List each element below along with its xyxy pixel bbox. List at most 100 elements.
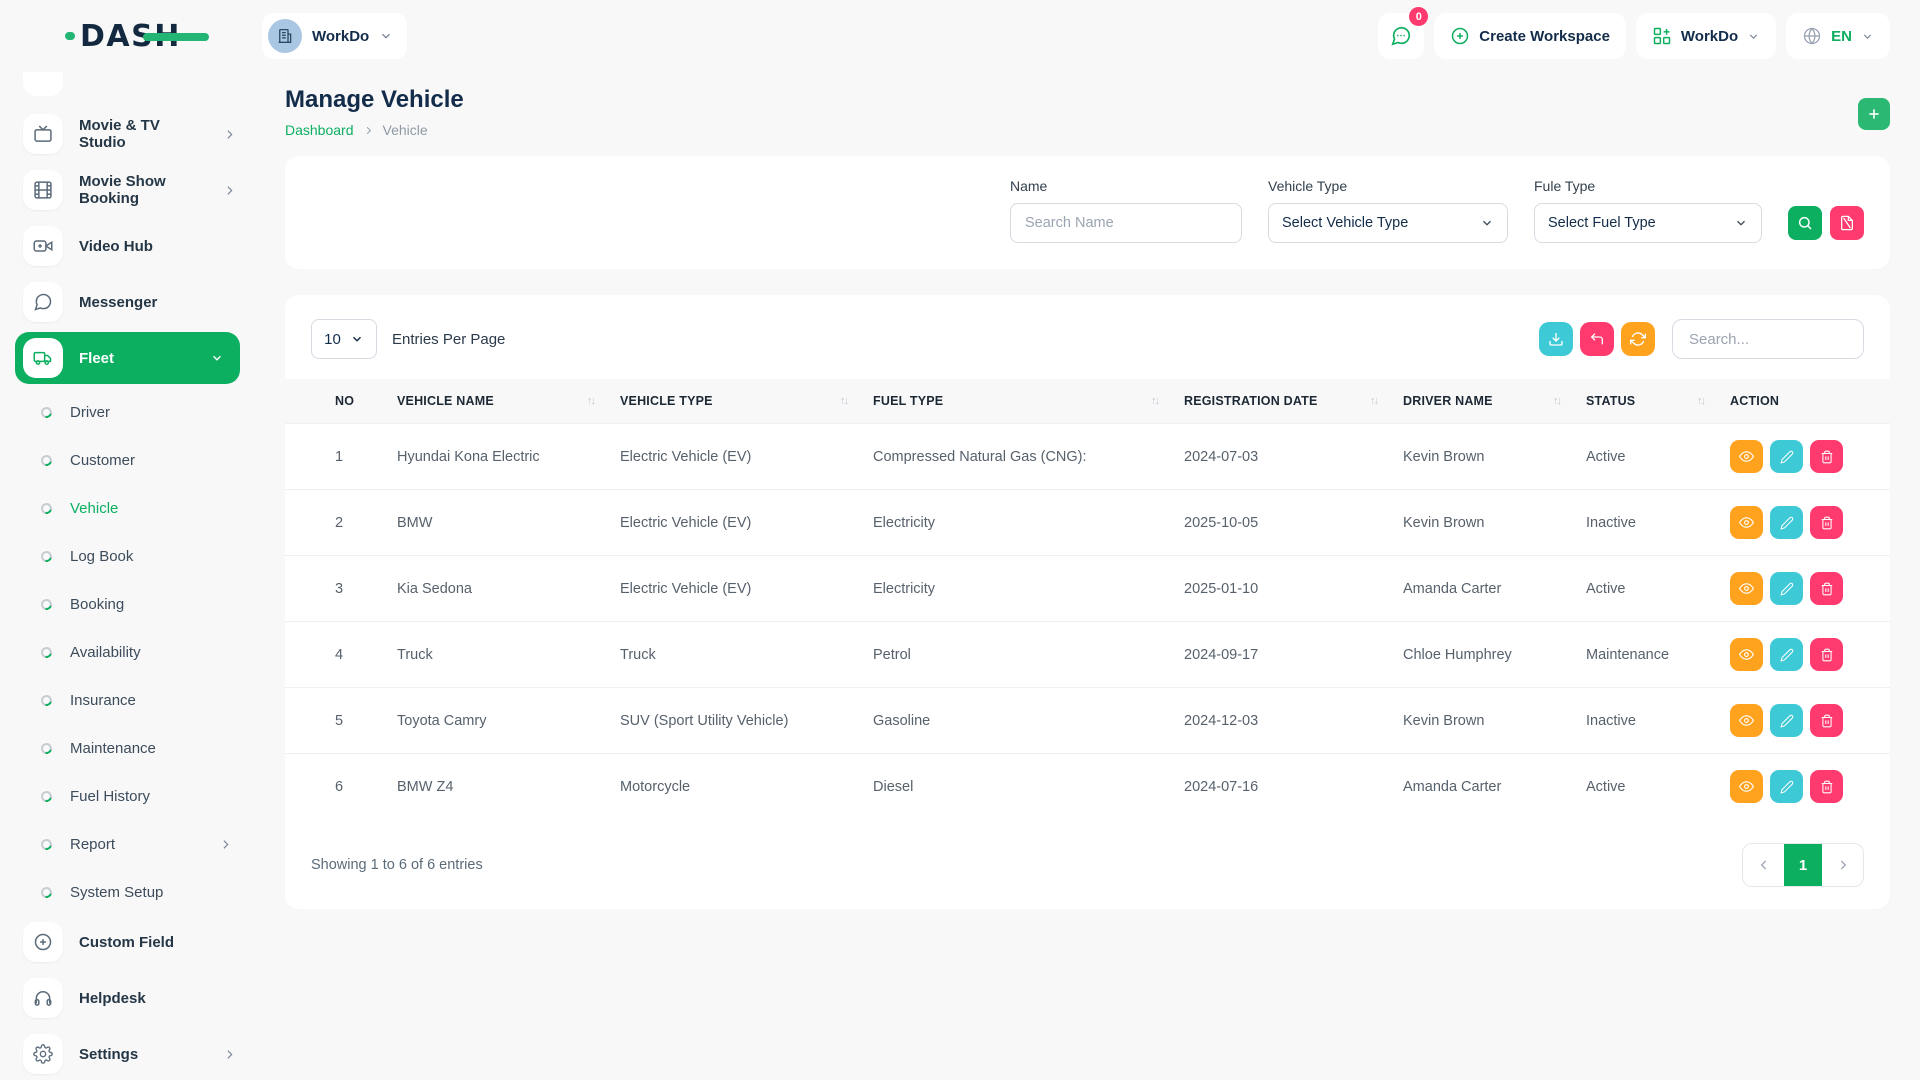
view-button[interactable] xyxy=(1730,638,1763,671)
pagination-prev-button[interactable] xyxy=(1743,844,1784,886)
table-row: 4 Truck Truck Petrol 2024-09-17 Chloe Hu… xyxy=(285,622,1890,688)
apply-filter-button[interactable] xyxy=(1788,206,1822,240)
column-header-vehicle-name[interactable]: VEHICLE NAME↑↓ xyxy=(397,379,620,424)
sort-icon: ↑↓ xyxy=(1697,395,1704,407)
plus-icon xyxy=(1866,106,1882,122)
vehicle-type-select-value: Select Vehicle Type xyxy=(1282,215,1408,231)
grid-plus-icon xyxy=(1652,26,1672,46)
delete-button[interactable] xyxy=(1810,506,1843,539)
refresh-button[interactable] xyxy=(1621,322,1655,356)
fuel-type-select[interactable]: Select Fuel Type xyxy=(1534,203,1762,243)
sidebar-item-label: Report xyxy=(70,836,115,853)
workspace-switcher[interactable]: WorkDo xyxy=(262,13,407,59)
vehicle-type-filter-label: Vehicle Type xyxy=(1268,178,1508,194)
delete-button[interactable] xyxy=(1810,440,1843,473)
reset-filter-button[interactable] xyxy=(1830,206,1864,240)
sidebar-subitem-system-setup[interactable]: System Setup xyxy=(15,868,262,916)
sidebar-subitem-report[interactable]: Report xyxy=(15,820,262,868)
vehicle-van-icon xyxy=(23,338,63,378)
pencil-icon xyxy=(1780,450,1794,464)
column-header-status[interactable]: STATUS↑↓ xyxy=(1586,379,1730,424)
entries-per-page-select[interactable]: 10 xyxy=(311,319,377,359)
edit-button[interactable] xyxy=(1770,638,1803,671)
top-header: DASH WorkDo 0 Create Workspace xyxy=(0,0,1920,72)
sidebar-item-fleet[interactable]: Fleet xyxy=(15,332,240,384)
view-button[interactable] xyxy=(1730,770,1763,803)
plus-circle-icon xyxy=(1450,26,1470,46)
vehicle-type-select[interactable]: Select Vehicle Type xyxy=(1268,203,1508,243)
bullet-icon xyxy=(39,788,54,803)
cell-status: Active xyxy=(1586,556,1730,622)
delete-button[interactable] xyxy=(1810,572,1843,605)
column-header-vehicle-type[interactable]: VEHICLE TYPE↑↓ xyxy=(620,379,873,424)
view-button[interactable] xyxy=(1730,572,1763,605)
scrolled-item-partial xyxy=(23,72,63,96)
create-workspace-button[interactable]: Create Workspace xyxy=(1434,13,1626,59)
edit-button[interactable] xyxy=(1770,440,1803,473)
sidebar-subitem-booking[interactable]: Booking xyxy=(15,580,262,628)
trash-icon xyxy=(1820,714,1834,728)
messages-button[interactable]: 0 xyxy=(1378,13,1424,59)
export-button[interactable] xyxy=(1539,322,1573,356)
sidebar-subitem-availability[interactable]: Availability xyxy=(15,628,262,676)
delete-button[interactable] xyxy=(1810,770,1843,803)
add-vehicle-button[interactable] xyxy=(1858,98,1890,130)
breadcrumb-dashboard-link[interactable]: Dashboard xyxy=(285,122,354,138)
sidebar-subitem-maintenance[interactable]: Maintenance xyxy=(15,724,262,772)
cell-no: 5 xyxy=(285,688,397,754)
cell-vehicle-name: Toyota Camry xyxy=(397,688,620,754)
sidebar-subitem-insurance[interactable]: Insurance xyxy=(15,676,262,724)
dash-logo[interactable]: DASH xyxy=(80,19,181,54)
search-icon xyxy=(1797,215,1813,231)
view-button[interactable] xyxy=(1730,440,1763,473)
trash-icon xyxy=(1820,516,1834,530)
name-search-input[interactable] xyxy=(1010,203,1242,243)
column-header-fuel-type[interactable]: FUEL TYPE↑↓ xyxy=(873,379,1184,424)
pagination-next-button[interactable] xyxy=(1822,844,1863,886)
app-switcher-button[interactable]: WorkDo xyxy=(1636,13,1776,59)
cell-driver-name: Amanda Carter xyxy=(1403,754,1586,820)
sidebar-item-custom-field[interactable]: Custom Field xyxy=(15,916,262,968)
cell-no: 6 xyxy=(285,754,397,820)
chevron-right-icon xyxy=(1836,858,1850,872)
delete-button[interactable] xyxy=(1810,638,1843,671)
edit-button[interactable] xyxy=(1770,506,1803,539)
entries-per-page-label: Entries Per Page xyxy=(392,331,505,348)
table-search-input[interactable] xyxy=(1672,319,1864,359)
undo-button[interactable] xyxy=(1580,322,1614,356)
pagination-page-1[interactable]: 1 xyxy=(1784,844,1822,886)
sidebar-subitem-log-book[interactable]: Log Book xyxy=(15,532,262,580)
table-row: 6 BMW Z4 Motorcycle Diesel 2024-07-16 Am… xyxy=(285,754,1890,820)
sidebar-item-label: Movie & TV Studio xyxy=(79,117,207,151)
edit-button[interactable] xyxy=(1770,770,1803,803)
film-icon xyxy=(23,170,63,210)
view-button[interactable] xyxy=(1730,704,1763,737)
eye-icon xyxy=(1739,581,1754,596)
sidebar-item-movie-tv-studio[interactable]: Movie & TV Studio xyxy=(15,108,262,160)
delete-button[interactable] xyxy=(1810,704,1843,737)
column-header-driver-name[interactable]: DRIVER NAME↑↓ xyxy=(1403,379,1586,424)
sidebar-item-label: Booking xyxy=(70,596,124,613)
sidebar-item-messenger[interactable]: Messenger xyxy=(15,276,262,328)
sidebar-item-helpdesk[interactable]: Helpdesk xyxy=(15,972,262,1024)
filter-card: Name Vehicle Type Select Vehicle Type Fu… xyxy=(285,156,1890,269)
cell-registration-date: 2024-12-03 xyxy=(1184,688,1403,754)
sidebar-subitem-vehicle[interactable]: Vehicle xyxy=(15,484,262,532)
table-header-row: NO VEHICLE NAME↑↓ VEHICLE TYPE↑↓ FUEL TY… xyxy=(285,379,1890,424)
bullet-icon xyxy=(39,836,54,851)
sidebar-item-movie-show-booking[interactable]: Movie Show Booking xyxy=(15,164,262,216)
sidebar-subitem-customer[interactable]: Customer xyxy=(15,436,262,484)
sidebar-subitem-fuel-history[interactable]: Fuel History xyxy=(15,772,262,820)
column-header-registration-date[interactable]: REGISTRATION DATE↑↓ xyxy=(1184,379,1403,424)
sidebar-item-video-hub[interactable]: Video Hub xyxy=(15,220,262,272)
edit-button[interactable] xyxy=(1770,572,1803,605)
sidebar-subitem-driver[interactable]: Driver xyxy=(15,388,262,436)
language-selector[interactable]: EN xyxy=(1786,13,1890,59)
bullet-icon xyxy=(39,884,54,899)
cell-vehicle-type: Electric Vehicle (EV) xyxy=(620,556,873,622)
fuel-type-select-value: Select Fuel Type xyxy=(1548,215,1656,231)
edit-button[interactable] xyxy=(1770,704,1803,737)
chevron-right-icon xyxy=(223,184,236,197)
view-button[interactable] xyxy=(1730,506,1763,539)
sidebar-item-settings[interactable]: Settings xyxy=(15,1028,262,1080)
